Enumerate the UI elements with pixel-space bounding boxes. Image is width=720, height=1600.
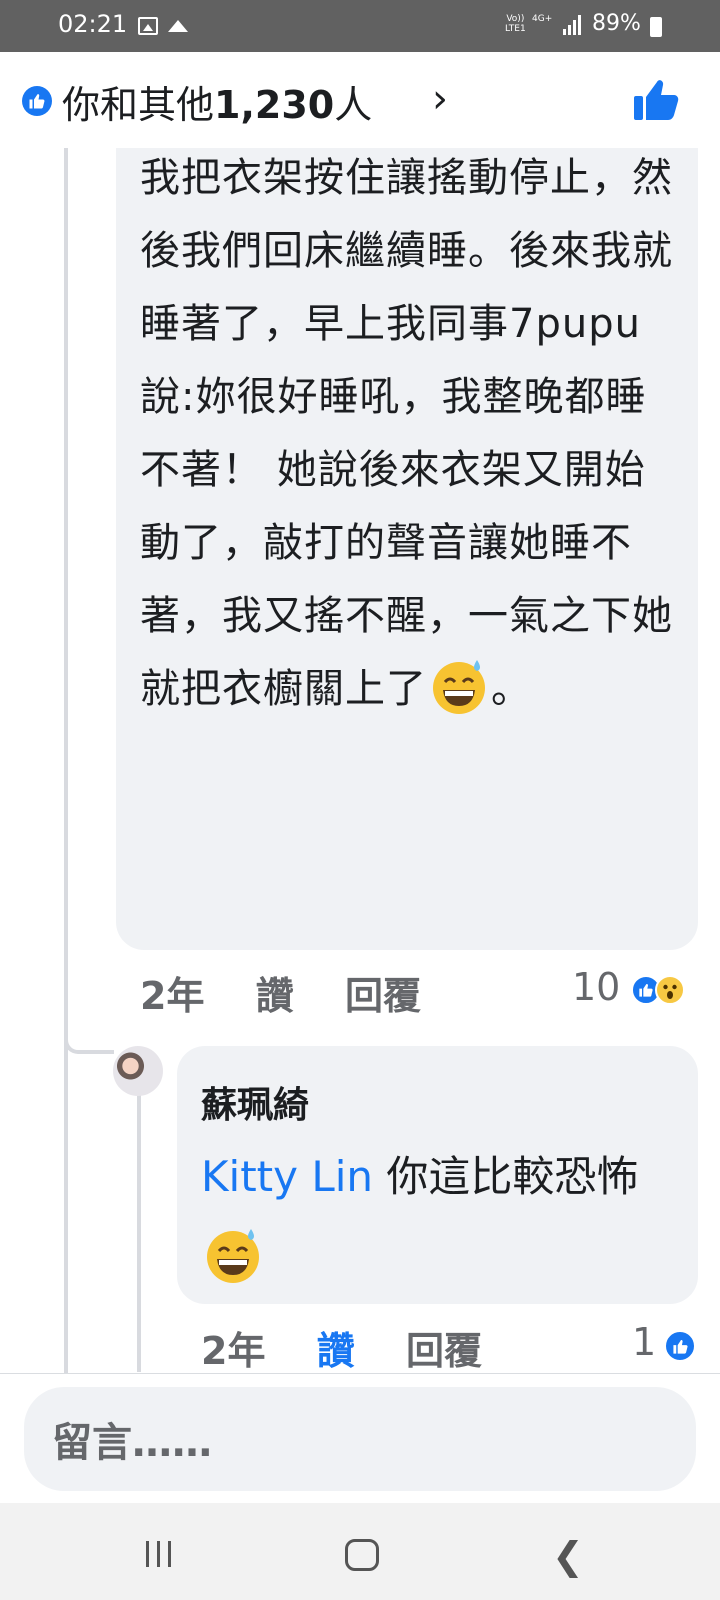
status-time: 02:21: [58, 10, 128, 38]
reply-thread-line: [137, 1082, 141, 1372]
comment-input-placeholder[interactable]: 留言……: [52, 1410, 212, 1468]
like-icon: [22, 86, 52, 116]
reactions-summary[interactable]: 你和其他1,230人: [62, 74, 372, 129]
reactions-header[interactable]: 你和其他1,230人 ›: [0, 52, 720, 148]
home-icon[interactable]: [345, 1539, 379, 1571]
volte-label: Vo)): [506, 14, 525, 24]
comment-actions: 2年 讚 回覆: [140, 965, 459, 1020]
network-type: 4G+: [532, 14, 553, 24]
lte-label: LTE1: [505, 24, 526, 34]
battery-level: 89%: [592, 11, 641, 36]
comment-body: 我把衣架按住讓搖動停止，然後我們回床繼續睡。後來我就睡著了，早上我同事7pupu…: [140, 155, 673, 712]
reactions-prefix: 你和其他: [62, 83, 215, 127]
grinning-sweat-emoji-icon: [429, 656, 489, 716]
cloud-icon: [168, 20, 188, 32]
recent-apps-icon[interactable]: [146, 1541, 176, 1567]
reply-body: 你這比較恐怖: [373, 1152, 639, 1201]
reply-author[interactable]: 蘇珮綺: [201, 1076, 309, 1128]
comment-like-button[interactable]: 讚: [256, 974, 294, 1018]
back-icon[interactable]: ❮: [552, 1534, 584, 1578]
gallery-icon: [138, 17, 158, 35]
reply-reply-button[interactable]: 回覆: [406, 1329, 482, 1373]
like-icon[interactable]: [664, 1330, 696, 1362]
signal-icon: [563, 15, 581, 35]
like-button-icon[interactable]: [632, 76, 680, 124]
reactions-suffix: 人: [334, 83, 373, 127]
comment-text: 我把衣架按住讓搖動停止，然後我們回床繼續睡。後來我就睡著了，早上我同事7pupu…: [140, 142, 680, 726]
comment-timestamp: 2年: [140, 974, 205, 1018]
avatar[interactable]: [113, 1046, 163, 1096]
volte-indicator: Vo)) LTE1: [505, 14, 526, 34]
chevron-right-icon[interactable]: ›: [432, 76, 448, 122]
reply-timestamp: 2年: [201, 1329, 266, 1373]
comment-reaction-count[interactable]: 10: [572, 965, 620, 1009]
status-bar: 02:21 Vo)) LTE1 4G+ 89%: [0, 0, 720, 52]
comment-reply-button[interactable]: 回覆: [345, 974, 421, 1018]
reply-like-button[interactable]: 讚: [317, 1329, 355, 1373]
wow-icon[interactable]: [655, 975, 685, 1005]
reply-reaction-count[interactable]: 1: [632, 1320, 656, 1364]
mention-link[interactable]: Kitty Lin: [201, 1152, 373, 1201]
comment-body-end: 。: [491, 666, 532, 712]
reply-text: Kitty Lin 你這比較恐怖: [201, 1137, 681, 1297]
reactions-count: 1,230: [214, 83, 335, 127]
grinning-sweat-emoji-icon: [203, 1225, 263, 1285]
reply-actions: 2年 讚 回覆: [201, 1320, 520, 1375]
thread-connector: [64, 1030, 114, 1054]
thread-line: [64, 148, 68, 1373]
battery-icon: [650, 17, 662, 37]
